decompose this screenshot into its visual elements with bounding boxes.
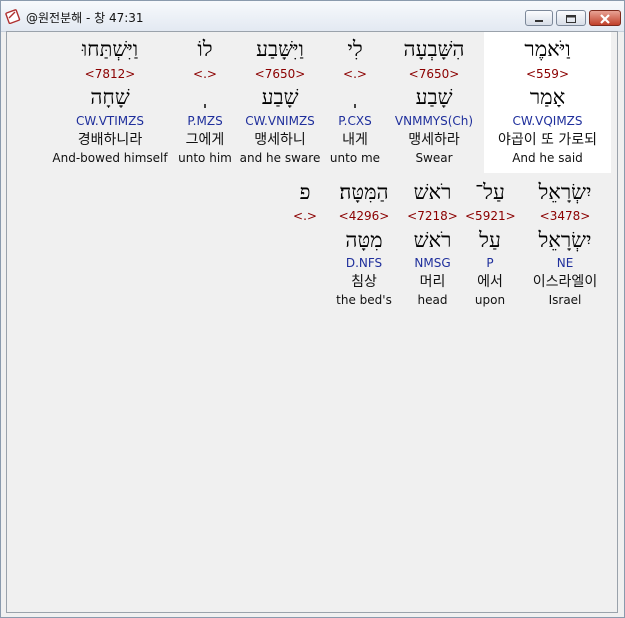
morphology-code: P	[486, 256, 494, 270]
hebrew-word: לוֹ	[197, 37, 213, 61]
word-column[interactable]: לוֹ <.> P.MZS 그에게 unto him	[174, 32, 236, 173]
english-gloss: upon	[474, 293, 506, 307]
word-column[interactable]: וַיִּשְׁתַּחוּ <7812> שָׁחָה CW.VTIMZS 경…	[51, 32, 169, 173]
root-placeholder-mark	[204, 104, 206, 108]
korean-gloss: 맹세하니	[254, 132, 306, 148]
strong-number[interactable]: <7650>	[239, 67, 321, 81]
hebrew-word: יִשְׂרָאֵל	[538, 180, 592, 204]
hebrew-root: רֹאשׁ	[413, 228, 452, 252]
word-column[interactable]: וַיֹּאמֶר <559> אָמַר CW.VQIMZS 야곱이 또 가로…	[484, 32, 611, 173]
korean-gloss: 야곱이 또 가로되	[497, 132, 598, 148]
strong-number[interactable]: <.>	[174, 67, 236, 81]
interlinear-panel[interactable]: וַיֹּאמֶר <559> אָמַר CW.VQIMZS 야곱이 또 가로…	[6, 31, 618, 613]
morphology-code: VNMMYS(Ch)	[394, 114, 474, 128]
english-gloss: And-bowed himself	[52, 151, 168, 165]
morphology-code: CW.VQIMZS	[512, 114, 583, 128]
app-window: @원전분해 - 창 47:31 וַיֹּאמֶר <559> אָמַר CW…	[0, 0, 625, 618]
strong-number[interactable]: <7218>	[405, 209, 460, 223]
root-placeholder-mark	[354, 104, 356, 108]
hebrew-root: יִשְׂרָאֵל	[538, 228, 592, 252]
strong-number[interactable]: <3478>	[520, 209, 610, 223]
english-gloss: and he sware	[239, 151, 321, 165]
hebrew-root: שָׁחָה	[90, 85, 130, 109]
maximize-icon	[566, 15, 576, 23]
morphology-code: P.MZS	[187, 114, 223, 128]
english-gloss: head	[417, 293, 448, 307]
hebrew-word: רֹאשׁ	[413, 180, 452, 204]
maximize-button[interactable]	[556, 10, 586, 26]
hebrew-word: וַיִּשָּׁבַע	[256, 37, 304, 61]
strong-number[interactable]: <5921>	[465, 209, 516, 223]
english-gloss: Israel	[548, 293, 582, 307]
word-column[interactable]: וַיִּשָּׁבַע <7650> שָׁבַע CW.VNIMZS 맹세하…	[239, 32, 321, 173]
korean-gloss: 이스라엘이	[532, 274, 598, 290]
morphology-code: P.CXS	[338, 114, 372, 128]
strong-number[interactable]: <4296>	[328, 209, 400, 223]
korean-gloss: 머리	[419, 274, 446, 290]
minimize-button[interactable]	[525, 10, 553, 26]
hebrew-word: פ	[299, 180, 311, 204]
hebrew-word: הִשָּׁבְעָה	[403, 37, 465, 61]
korean-gloss: 침상	[351, 274, 377, 290]
hebrew-word: וַיֹּאמֶר	[524, 37, 571, 61]
window-title: @원전분해 - 창 47:31	[26, 11, 144, 25]
hebrew-root: עַל	[479, 228, 501, 252]
strong-number[interactable]: <7812>	[51, 67, 169, 81]
english-gloss: unto him	[178, 151, 232, 165]
hebrew-root: שָׁבַע	[261, 85, 299, 109]
korean-gloss: 경배하니라	[77, 132, 143, 148]
word-column[interactable]: עַל־ <5921> עַל P 에서 upon	[465, 175, 516, 316]
strong-number[interactable]: <7650>	[388, 67, 480, 81]
word-column[interactable]: הִשָּׁבְעָה <7650> שָׁבַע VNMMYS(Ch) 맹세하…	[388, 32, 480, 173]
morphology-code: NE	[556, 256, 574, 270]
korean-gloss: 내게	[342, 132, 368, 148]
hebrew-word: וַיִּשְׁתַּחוּ	[81, 37, 139, 61]
hebrew-root: אָמַר	[529, 85, 566, 109]
hebrew-word: לִי	[347, 37, 363, 61]
close-icon	[600, 14, 610, 24]
strong-number[interactable]: <.>	[325, 67, 385, 81]
word-column[interactable]: רֹאשׁ <7218> רֹאשׁ NMSG 머리 head	[405, 175, 460, 316]
hebrew-word: עַל־	[475, 180, 505, 204]
close-button[interactable]	[589, 10, 621, 26]
morphology-code: NMSG	[414, 256, 451, 270]
english-gloss: unto me	[329, 151, 381, 165]
korean-gloss: 그에게	[185, 132, 225, 148]
english-gloss: Swear	[415, 151, 453, 165]
title-bar[interactable]: @원전분해 - 창 47:31	[1, 1, 624, 32]
english-gloss: And he said	[512, 151, 583, 165]
korean-gloss: 에서	[477, 274, 503, 290]
hebrew-word: הַמִּטָּה׃	[339, 180, 389, 204]
morphology-code: CW.VNIMZS	[245, 114, 315, 128]
hebrew-root: מִטָּה	[345, 228, 383, 252]
english-gloss: the bed's	[336, 293, 392, 307]
word-column[interactable]: לִי <.> P.CXS 내게 unto me	[325, 32, 385, 173]
korean-gloss: 맹세하라	[408, 132, 460, 148]
app-logo-icon	[5, 9, 21, 24]
morphology-code: D.NFS	[345, 256, 383, 270]
strong-number[interactable]: <559>	[484, 67, 611, 81]
word-column[interactable]: הַמִּטָּה׃ <4296> מִטָּה D.NFS 침상 the be…	[328, 175, 400, 316]
minimize-icon	[535, 20, 543, 22]
strong-number[interactable]: <.>	[288, 209, 322, 223]
hebrew-root: שָׁבַע	[415, 85, 453, 109]
word-column[interactable]: יִשְׂרָאֵל <3478> יִשְׂרָאֵל NE 이스라엘이 Is…	[520, 175, 610, 316]
morphology-code: CW.VTIMZS	[76, 114, 144, 128]
word-column[interactable]: פ <.>	[288, 175, 322, 316]
